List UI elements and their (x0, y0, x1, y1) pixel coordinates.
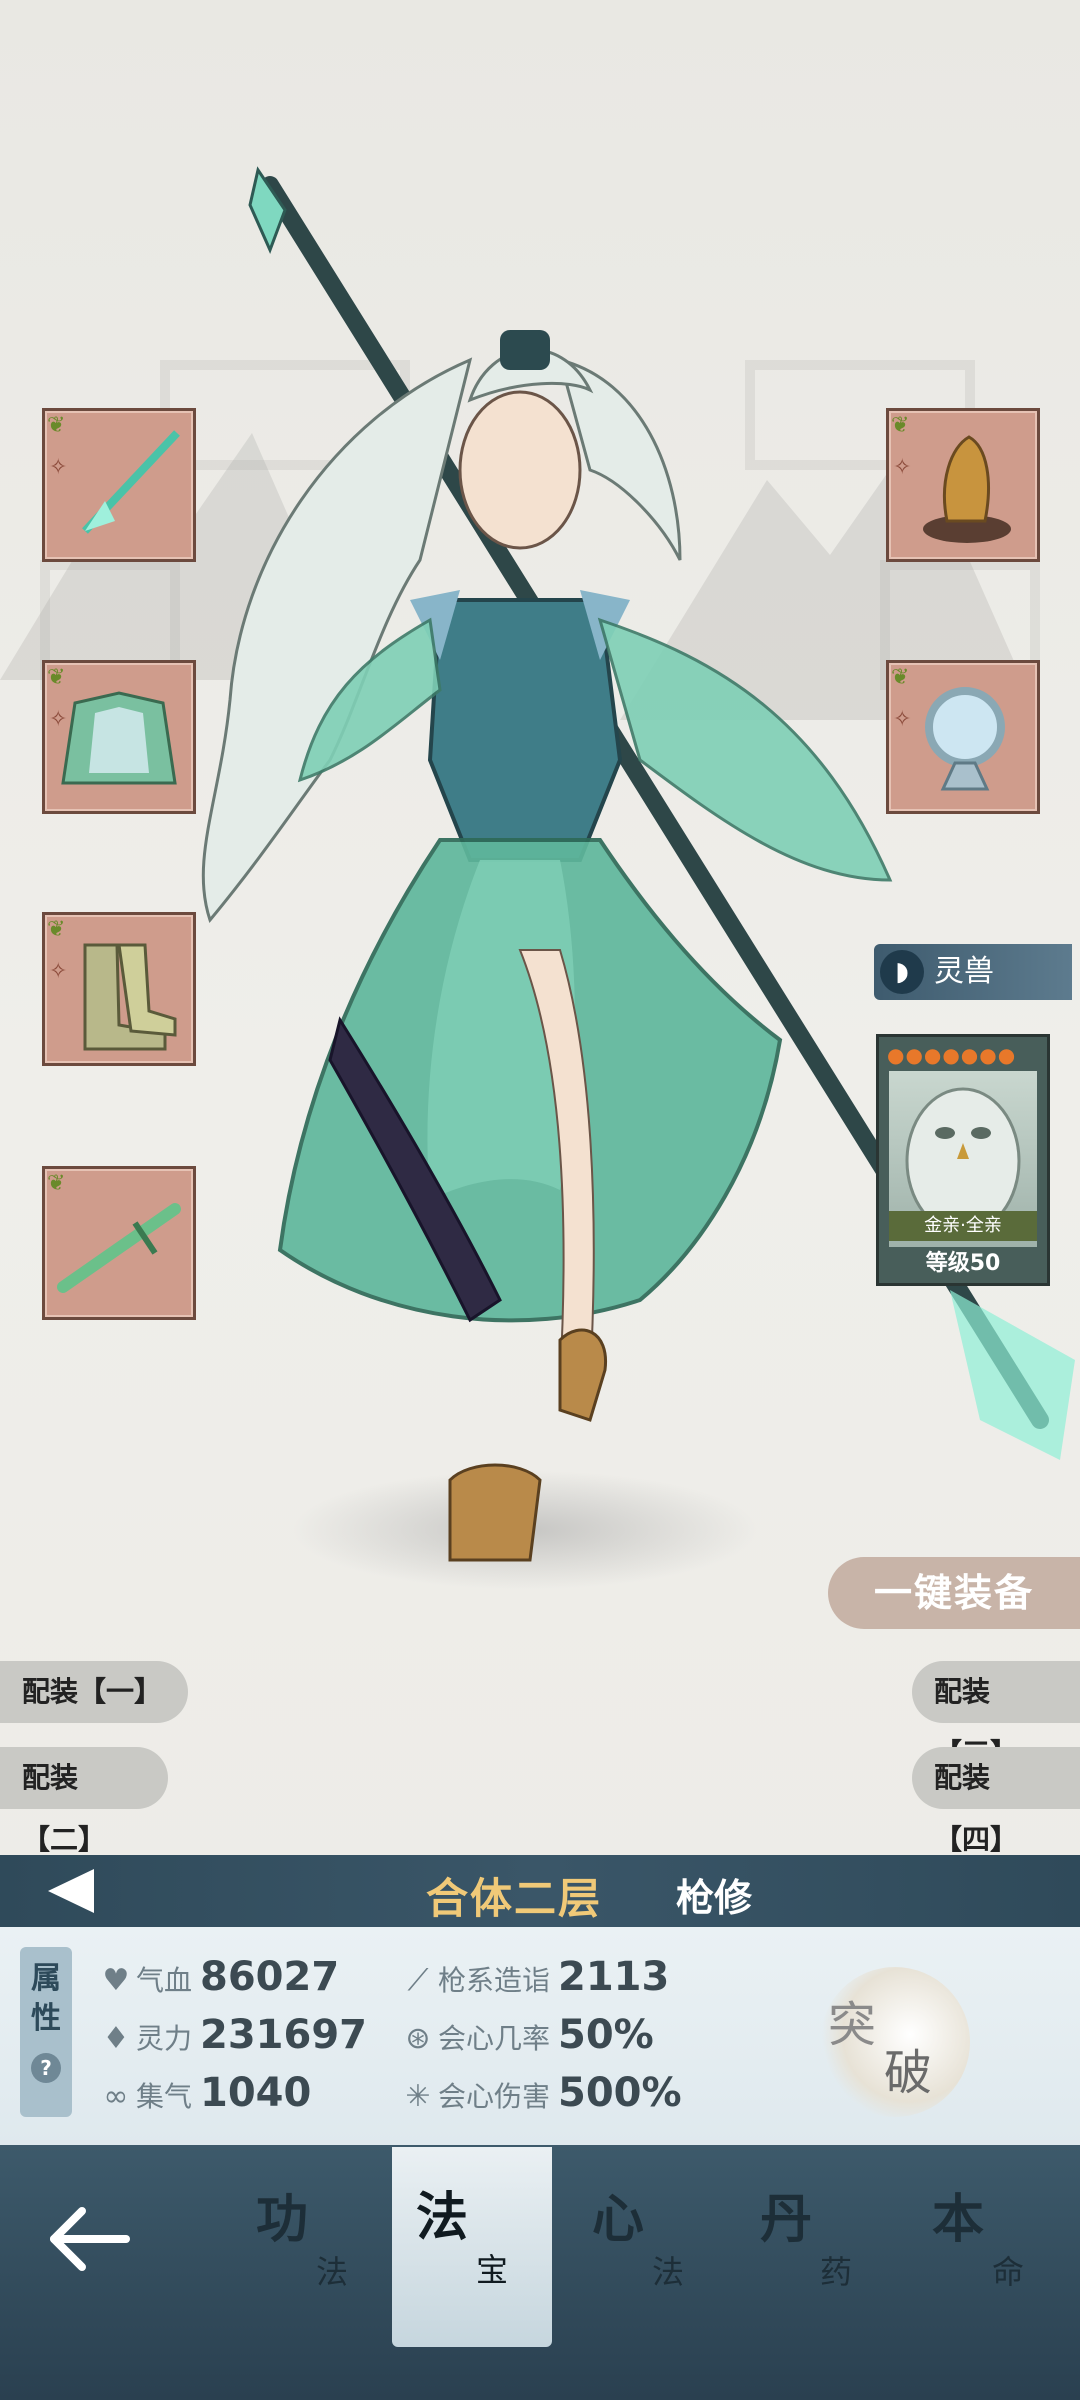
stat-name: 枪系造诣 (438, 1964, 551, 1997)
boots-icon (83, 943, 177, 1051)
attributes-tab-line1: 属 (31, 1961, 61, 1996)
equip-slot-boots[interactable]: ❦ ✧ (42, 912, 196, 1066)
nav-tab-big: 本 (932, 2190, 985, 2250)
equip-slot-sword[interactable]: ❦ (42, 1166, 196, 1320)
stat-name: 会心几率 (438, 2022, 551, 2055)
stat-value: 231697 (200, 2012, 368, 2058)
loadout-1-button[interactable]: 配装【一】 (0, 1661, 188, 1723)
equip-slot-mirror[interactable]: ❦ ✧ (886, 660, 1040, 814)
spirit-beast-tab[interactable]: ◗ 灵兽 (874, 944, 1072, 1000)
beast-level: 等级50 (925, 1251, 1001, 1276)
nav-tab-big: 丹 (760, 2190, 813, 2250)
attributes-tab-line2: 性 (31, 2001, 61, 2036)
help-icon[interactable]: ? (31, 2053, 61, 2083)
stat-name: 灵力 (136, 2022, 193, 2055)
nav-tab-big: 功 (256, 2190, 309, 2250)
spirit-beast-card[interactable]: ●●●●●●● 金亲·全亲 等级50 (876, 1034, 1050, 1286)
equip-slot-talisman[interactable]: ❦ ✧ (886, 408, 1040, 562)
nav-tab-small: 法 (316, 2253, 349, 2291)
stat-value: 1040 (200, 2070, 312, 2116)
mirror-icon (925, 687, 1005, 791)
beast-tab-icon: ◗ (880, 950, 924, 994)
beast-affinity: 金亲·全亲 (889, 1211, 1037, 1241)
stat-crit-rate: ⊛ 会心几率 50% (398, 2009, 654, 2061)
equip-slot-robe[interactable]: ❦ ✧ (42, 660, 196, 814)
breakthrough-char-1: 突 (828, 1997, 877, 2053)
nav-tab-mind[interactable]: 心 法 (568, 2177, 728, 2317)
drop-icon: ♦ (102, 2021, 130, 2056)
nav-tab-small: 宝 (476, 2251, 509, 2289)
attributes-tab[interactable]: 属 性 ? (20, 1947, 72, 2117)
stat-crit-damage: ✳ 会心伤害 500% (398, 2067, 682, 2119)
realm-bar: 合体二层 枪修 (0, 1855, 1080, 1927)
stat-name: 气血 (136, 1964, 193, 1997)
stat-mana: ♦ 灵力 231697 (96, 2009, 367, 2061)
nav-tab-small: 药 (820, 2253, 853, 2291)
sword-icon (57, 1203, 181, 1293)
equip-slot-spear[interactable]: ❦ ✧ (42, 408, 196, 562)
stat-spear-mastery: ⟋ 枪系造诣 2113 (398, 1951, 670, 2003)
stat-energy: ∞ 集气 1040 (96, 2067, 312, 2119)
realm-class: 枪修 (676, 1876, 753, 1920)
nav-tab-small: 法 (652, 2253, 685, 2291)
stat-hp: ♥ 气血 86027 (96, 1951, 340, 2003)
robe-icon (61, 691, 177, 785)
nav-tab-destiny[interactable]: 本 命 (908, 2177, 1068, 2317)
back-arrow-icon[interactable] (40, 2189, 140, 2289)
collapse-arrow-icon[interactable] (48, 1869, 94, 1913)
stat-name: 会心伤害 (438, 2080, 551, 2113)
stat-value: 86027 (200, 1954, 340, 2000)
stat-value: 500% (558, 2070, 682, 2116)
one-key-equip-button[interactable]: 一键装备 (828, 1557, 1080, 1629)
talisman-icon (923, 435, 1011, 543)
breakthrough-char-2: 破 (884, 2045, 933, 2101)
nav-tab-pills[interactable]: 丹 药 (736, 2177, 896, 2317)
burst-icon: ✳ (405, 2079, 431, 2114)
bottom-nav: 功 法 法 宝 心 法 丹 药 本 命 (0, 2145, 1080, 2400)
nav-tab-treasure[interactable]: 法 宝 (392, 2147, 552, 2347)
nav-tab-big: 法 (416, 2188, 469, 2248)
loadout-2-button[interactable]: 配装【二】 (0, 1747, 168, 1856)
stat-value: 50% (558, 2012, 654, 2058)
nav-tab-big: 心 (592, 2190, 645, 2250)
spear-icon: ⟋ (407, 1963, 429, 1998)
beast-star-rating: ●●●●●●● (887, 1043, 1017, 1067)
stat-value: 2113 (558, 1954, 670, 2000)
nav-tab-skills[interactable]: 功 法 (232, 2177, 392, 2317)
loadout-4-button[interactable]: 配装【四】 (912, 1747, 1080, 1856)
spear-icon (82, 430, 180, 534)
nav-tab-small: 命 (992, 2253, 1025, 2291)
stat-name: 集气 (136, 2080, 193, 2113)
heart-icon: ♥ (102, 1963, 130, 1998)
breakthrough-button[interactable]: 突 破 (820, 1967, 970, 2117)
swirl-icon: ∞ (103, 2079, 129, 2114)
loadout-3-button[interactable]: 配装【三】 (912, 1661, 1080, 1770)
spirit-beast-tab-label: 灵兽 (934, 954, 994, 989)
realm-stage: 合体二层 (426, 1874, 603, 1923)
crit-icon: ⊛ (405, 2021, 431, 2056)
